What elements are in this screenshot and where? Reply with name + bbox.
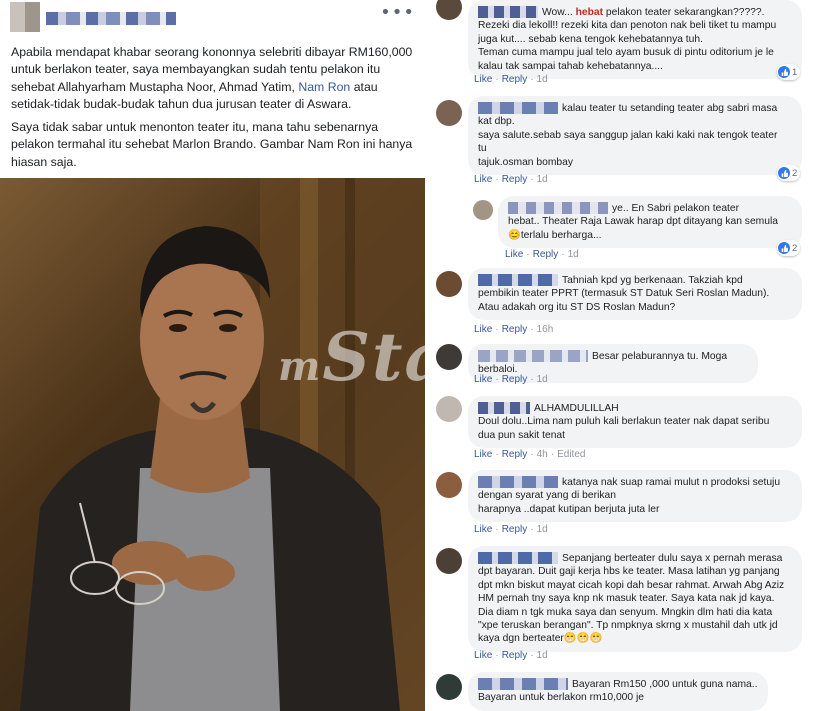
portrait-illustration: [20, 178, 425, 711]
avatar[interactable]: [436, 100, 462, 126]
like-icon: [778, 242, 790, 254]
censored-author-name[interactable]: [10, 2, 40, 32]
post-paragraph-2: Saya tidak sabar untuk menonton teater i…: [11, 120, 413, 169]
edited-label[interactable]: Edited: [557, 449, 585, 460]
comment-actions: Like · Reply · 1d: [474, 174, 548, 185]
avatar[interactable]: [436, 674, 462, 700]
more-options-icon[interactable]: •••: [380, 2, 415, 23]
comment-bubble: Bayaran Rm150 ,000 untuk guna nama.. Bay…: [468, 672, 768, 711]
post-card: ••• Apabila mendapat khabar seorang kono…: [0, 0, 425, 711]
mention-link[interactable]: Nam Ron: [298, 80, 350, 94]
post-body: Apabila mendapat khabar seorang kononnya…: [11, 44, 416, 177]
comment-actions: Like · Reply · 1d: [474, 650, 548, 661]
timestamp[interactable]: 1d: [568, 249, 579, 260]
avatar[interactable]: [436, 344, 462, 370]
timestamp[interactable]: 1d: [537, 74, 548, 85]
comment-actions: Like · Reply · 1d: [474, 74, 548, 85]
comment-bubble: Sepanjang berteater dulu saya x pernah m…: [468, 546, 802, 652]
reply-button[interactable]: Reply: [502, 174, 528, 185]
like-button[interactable]: Like: [474, 74, 492, 85]
comment-actions: Like · Reply · 1d: [474, 374, 548, 385]
timestamp[interactable]: 4h: [537, 449, 548, 460]
timestamp[interactable]: 16h: [537, 324, 554, 335]
comment-actions: Like · Reply · 1d: [505, 249, 579, 260]
comment-actions: Like · Reply · 4h · Edited: [474, 449, 586, 460]
like-button[interactable]: Like: [474, 449, 492, 460]
like-icon: [778, 167, 790, 179]
comment-bubble: ye.. En Sabri pelakon teater hebat.. The…: [498, 196, 802, 249]
timestamp[interactable]: 1d: [537, 174, 548, 185]
like-button[interactable]: Like: [474, 174, 492, 185]
timestamp[interactable]: 1d: [537, 650, 548, 661]
avatar[interactable]: [436, 548, 462, 574]
like-button[interactable]: Like: [474, 374, 492, 385]
comment-bubble: ALHAMDULILLAH Doul dolu..Lima nam puluh …: [468, 396, 802, 449]
post-paragraph-1: Apabila mendapat khabar seorang kononnya…: [11, 45, 413, 111]
comment-bubble: Tahniah kpd yg berkenaan. Takziah kpd pe…: [468, 268, 802, 321]
avatar[interactable]: [473, 200, 493, 220]
comment-actions: Like · Reply · 1d: [474, 524, 548, 535]
like-button[interactable]: Like: [474, 524, 492, 535]
timestamp[interactable]: 1d: [537, 524, 548, 535]
comment-bubble: kalau teater tu setanding teater abg sab…: [468, 96, 802, 176]
comment-actions: Like · Reply · 16h: [474, 324, 554, 335]
avatar[interactable]: [436, 472, 462, 498]
comment-bubble: Wow... hebat pelakon teater sekarangkan?…: [468, 0, 802, 80]
comments-panel: Wow... hebat pelakon teater sekarangkan?…: [425, 0, 830, 711]
avatar[interactable]: [436, 0, 462, 20]
reply-button[interactable]: Reply: [502, 374, 528, 385]
reaction-count[interactable]: 2: [777, 240, 801, 256]
comment-bubble: katanya nak suap ramai mulut n prodoksi …: [468, 470, 802, 523]
like-icon: [778, 66, 790, 78]
avatar[interactable]: [436, 271, 462, 297]
censored-author-name-block: [46, 12, 176, 25]
reply-button[interactable]: Reply: [502, 74, 528, 85]
like-button[interactable]: Like: [474, 324, 492, 335]
reply-button[interactable]: Reply: [502, 449, 528, 460]
watermark-text: mStar: [278, 318, 425, 396]
timestamp[interactable]: 1d: [537, 374, 548, 385]
reaction-count[interactable]: 1: [777, 64, 801, 80]
reply-button[interactable]: Reply: [533, 249, 559, 260]
avatar[interactable]: [436, 396, 462, 422]
reply-button[interactable]: Reply: [502, 324, 528, 335]
post-header: •••: [0, 0, 425, 40]
like-button[interactable]: Like: [474, 650, 492, 661]
post-photo[interactable]: mStar: [0, 178, 425, 711]
reply-button[interactable]: Reply: [502, 524, 528, 535]
reaction-count[interactable]: 2: [777, 165, 801, 181]
like-button[interactable]: Like: [505, 249, 523, 260]
reply-button[interactable]: Reply: [502, 650, 528, 661]
